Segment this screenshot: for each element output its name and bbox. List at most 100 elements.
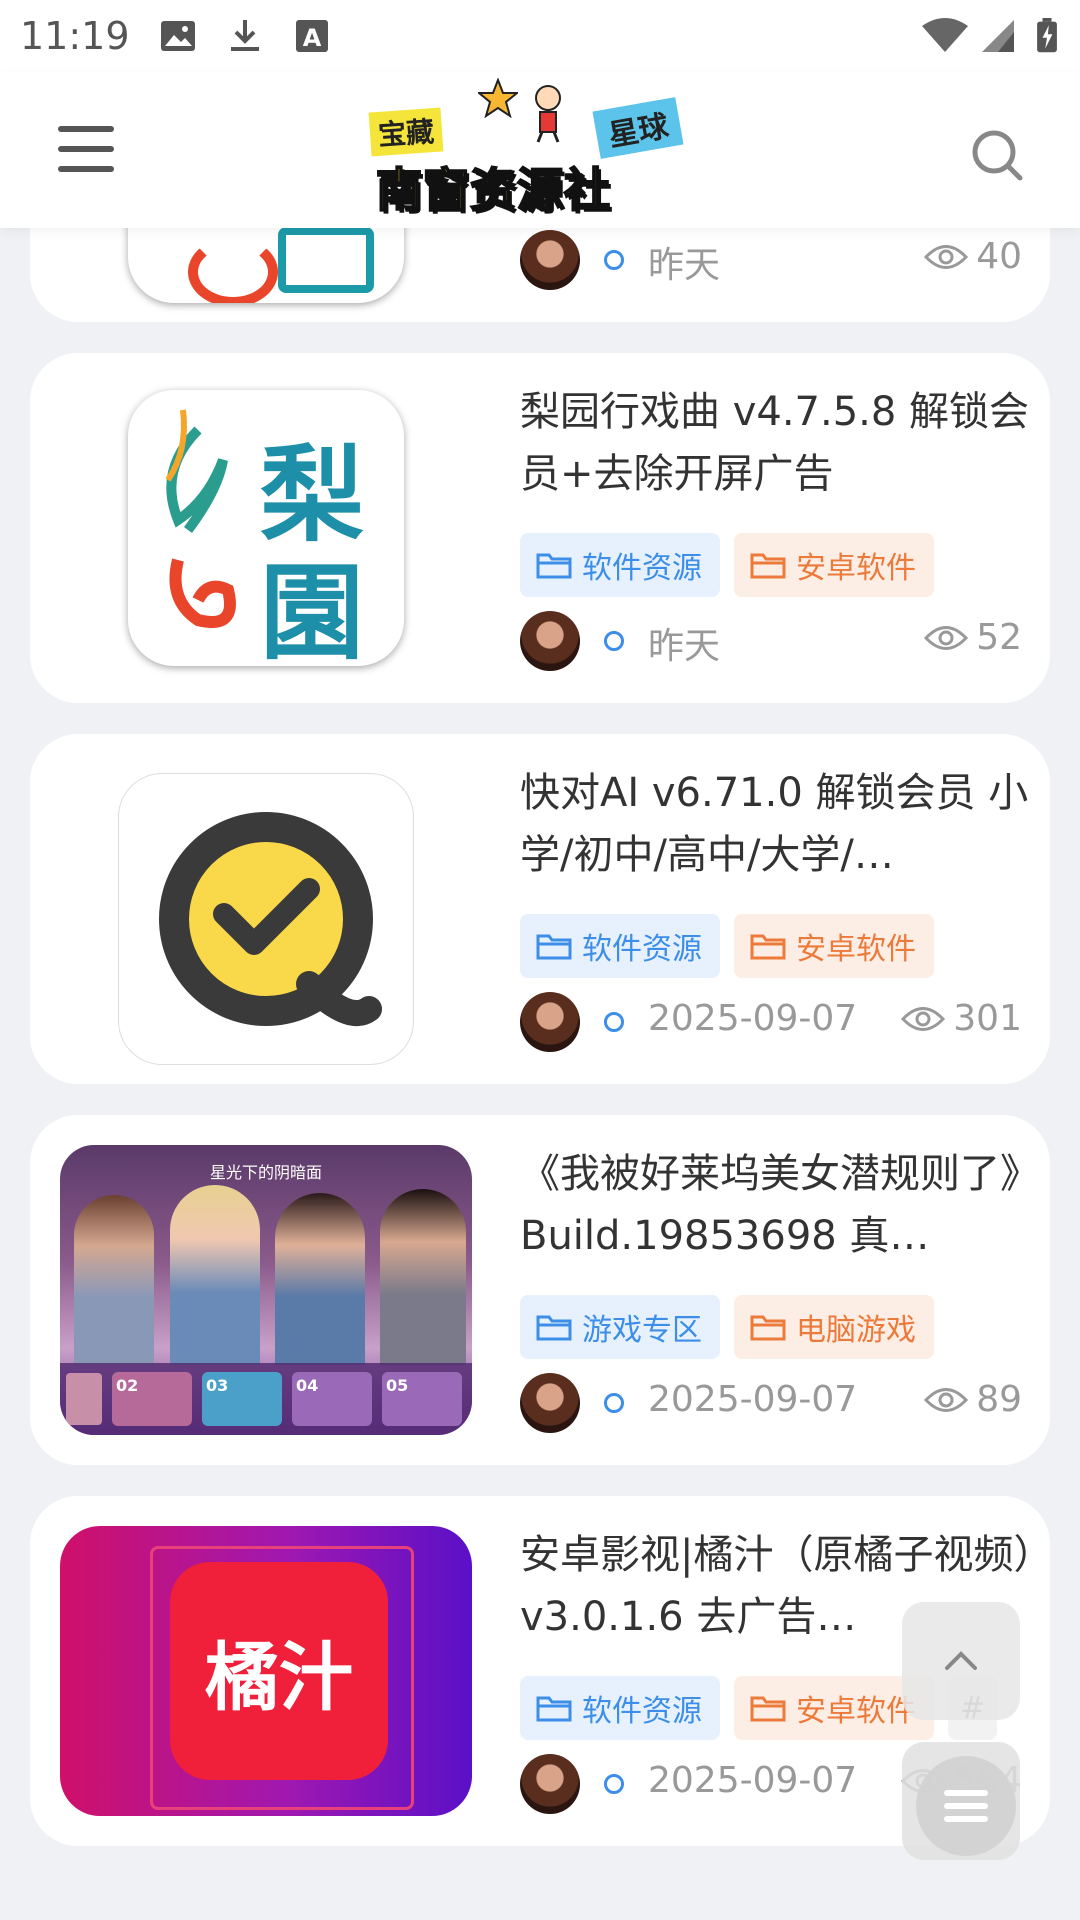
battery-icon (1037, 18, 1057, 53)
view-count: 40 (976, 236, 1022, 277)
folder-icon (750, 1696, 786, 1722)
category-tag[interactable]: 安卓软件 (734, 914, 934, 978)
post-meta: 2025-09-07 89 (520, 1373, 1040, 1433)
cover-slot: 02 (112, 1372, 192, 1426)
post-date: 2025-09-07 (648, 998, 858, 1039)
category-tag[interactable]: 软件资源 (520, 1676, 720, 1740)
post-title[interactable]: 《我被好莱坞美女潜规则了》Build.19853698 真… (520, 1143, 1040, 1267)
eye-icon (924, 244, 969, 269)
back-to-top-button[interactable] (902, 1602, 1020, 1720)
status-bar: 11:19 A (0, 0, 1080, 72)
post-tags: 软件资源 安卓软件 (520, 533, 934, 597)
tag-label: 软件资源 (582, 932, 702, 967)
thumb-char-2: 園 (260, 551, 365, 666)
float-menu-button[interactable] (902, 1742, 1020, 1860)
post-meta: 2025-09-07 301 (520, 992, 1040, 1052)
post-tags: 软件资源 安卓软件 (520, 914, 934, 978)
post-thumbnail[interactable]: 梨 園 (60, 383, 472, 673)
cover-slot: 05 (382, 1372, 462, 1426)
dot-icon (604, 1393, 624, 1413)
app-banner-image: 橘汁 (60, 1526, 472, 1816)
post-views: 89 (924, 1379, 1022, 1420)
category-tag[interactable]: 电脑游戏 (734, 1295, 934, 1359)
folder-icon (750, 553, 786, 579)
menu-icon (944, 1790, 988, 1822)
tag-label: 软件资源 (582, 551, 702, 586)
star-icon (478, 78, 518, 118)
juzhi-logo-text: 橘汁 (205, 1634, 353, 1721)
svg-text:A: A (303, 24, 322, 52)
site-header: 宝藏 星球 南窗资源社 (0, 72, 1080, 228)
dot-icon (604, 250, 624, 270)
tag-label: 软件资源 (582, 1694, 702, 1729)
cover-caption: 星光下的阴暗面 (209, 1163, 322, 1182)
signal-icon (982, 20, 1014, 52)
app-icon: 梨 園 (128, 390, 404, 666)
post-title[interactable]: 梨园行戏曲 v4.7.5.8 解锁会员+去除开屏广告 (520, 381, 1040, 505)
post-date: 昨天 (648, 626, 721, 667)
tag-label: 安卓软件 (796, 1694, 916, 1729)
post-card[interactable]: 快对AI v6.71.0 解锁会员 小学/初中/高中/大学/… 软件资源 安卓软… (30, 734, 1050, 1084)
post-thumbnail[interactable]: 星光下的阴暗面 02 03 04 05 (60, 1145, 472, 1435)
post-views: 52 (924, 617, 1022, 658)
post-title[interactable]: 快对AI v6.71.0 解锁会员 小学/初中/高中/大学/… (520, 762, 1040, 886)
tag-label: 电脑游戏 (796, 1313, 916, 1348)
author-avatar[interactable] (520, 1754, 580, 1814)
folder-icon (536, 553, 572, 579)
post-meta: 昨天 52 (520, 611, 1040, 671)
post-card[interactable]: 橘汁 安卓影视|橘汁（原橘子视频）v3.0.1.6 去广告… 软件资源 安卓软件… (30, 1496, 1050, 1846)
post-views: 40 (924, 236, 1022, 277)
game-cover-image: 星光下的阴暗面 02 03 04 05 (60, 1145, 472, 1435)
font-icon: A (296, 20, 328, 52)
post-thumbnail[interactable] (60, 764, 472, 1065)
eye-icon (924, 625, 969, 650)
download-icon (231, 20, 259, 51)
author-avatar[interactable] (520, 992, 580, 1052)
site-logo[interactable]: 宝藏 星球 南窗资源社 (368, 78, 690, 218)
post-views: 301 (901, 998, 1022, 1039)
dot-icon (604, 1774, 624, 1794)
logo-title: 南窗资源社 (375, 162, 611, 218)
post-meta: 昨天 40 (520, 230, 1040, 290)
category-tag[interactable]: 软件资源 (520, 533, 720, 597)
post-date: 2025-09-07 (648, 1760, 858, 1801)
chevron-up-icon (945, 1651, 977, 1670)
logo-tag-left: 宝藏 (368, 107, 444, 157)
author-avatar[interactable] (520, 611, 580, 671)
cover-slot: 04 (292, 1372, 372, 1426)
status-time: 11:19 (20, 14, 130, 58)
app-icon (118, 773, 414, 1065)
folder-icon (750, 934, 786, 960)
image-icon (161, 21, 195, 51)
post-thumbnail[interactable]: 橘汁 (60, 1526, 472, 1816)
menu-icon[interactable] (58, 126, 114, 174)
eye-icon (901, 1006, 946, 1031)
dot-icon (604, 1012, 624, 1032)
cover-slot: 03 (202, 1372, 282, 1426)
tag-label: 安卓软件 (796, 551, 916, 586)
mascot-icon (535, 85, 561, 143)
post-card[interactable]: 星光下的阴暗面 02 03 04 05 《我被好莱坞美女潜规则了》Build.1… (30, 1115, 1050, 1465)
kuaidui-logo-icon (159, 812, 382, 1026)
post-date: 2025-09-07 (648, 1379, 858, 1420)
eye-icon (924, 1387, 969, 1412)
folder-icon (536, 1696, 572, 1722)
tag-label: 安卓软件 (796, 932, 916, 967)
dot-icon (604, 631, 624, 651)
category-tag[interactable]: 游戏专区 (520, 1295, 720, 1359)
folder-icon (536, 934, 572, 960)
post-card[interactable]: 梨 園 梨园行戏曲 v4.7.5.8 解锁会员+去除开屏广告 软件资源 安卓软件… (30, 353, 1050, 703)
category-tag[interactable]: 安卓软件 (734, 533, 934, 597)
folder-icon (536, 1315, 572, 1341)
author-avatar[interactable] (520, 1373, 580, 1433)
search-icon[interactable] (970, 128, 1026, 184)
post-tags: 游戏专区 电脑游戏 (520, 1295, 934, 1359)
view-count: 301 (953, 998, 1022, 1039)
folder-icon (750, 1315, 786, 1341)
post-date: 昨天 (648, 245, 721, 286)
category-tag[interactable]: 软件资源 (520, 914, 720, 978)
view-count: 89 (976, 1379, 1022, 1420)
logo-tag-right: 星球 (592, 97, 684, 159)
author-avatar[interactable] (520, 230, 580, 290)
wifi-icon (922, 18, 968, 52)
